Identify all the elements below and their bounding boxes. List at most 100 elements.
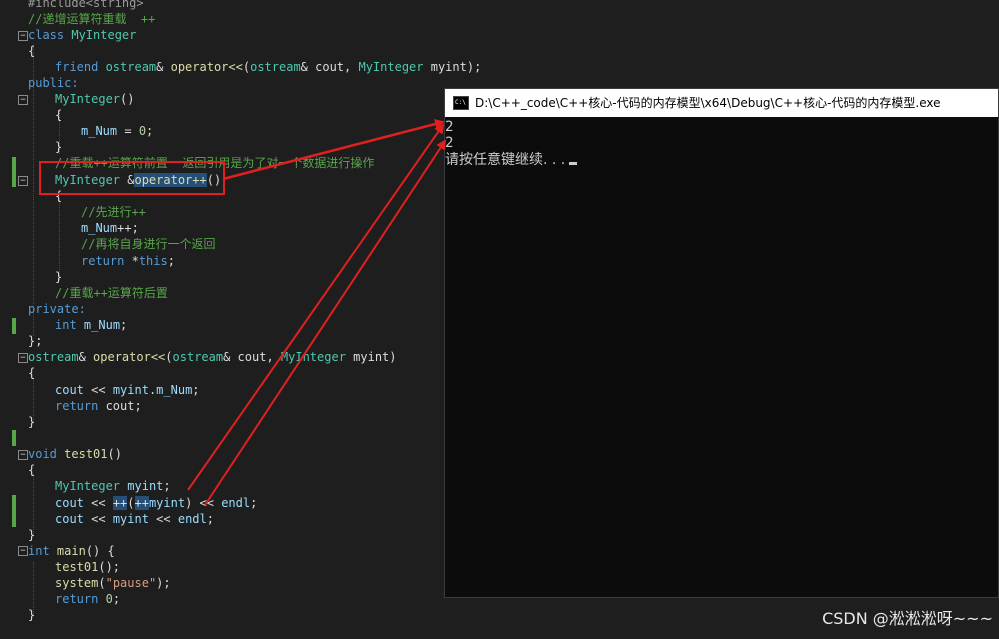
code-line: { xyxy=(28,43,35,59)
comment: //递增运算符重载 ++ xyxy=(28,12,156,26)
brace: } xyxy=(28,415,36,429)
number-literal: 0 xyxy=(105,592,113,606)
console-window[interactable]: D:\C++_code\C++核心-代码的内存模型\x64\Debug\C++核… xyxy=(444,88,999,598)
code-text: & xyxy=(156,60,171,74)
number-literal: 0 xyxy=(138,124,147,138)
access-specifier: public: xyxy=(28,76,79,90)
code-line: { xyxy=(55,107,62,123)
member-variable: m_Num xyxy=(81,124,118,138)
code-line: class MyInteger xyxy=(28,27,136,43)
code-text: myint) xyxy=(345,350,397,364)
operator-highlight: ++ xyxy=(112,496,128,510)
variable: myint xyxy=(148,496,186,510)
keyword: return xyxy=(55,592,99,606)
code-text: ) << xyxy=(185,496,222,510)
code-text: ++; xyxy=(117,221,139,235)
string-literal: "pause" xyxy=(105,576,157,590)
code-line: int main() { xyxy=(28,543,115,559)
type-name: MyInteger xyxy=(55,479,121,493)
code-text: ); xyxy=(156,576,171,590)
console-cursor xyxy=(569,162,578,165)
console-output-line: 2 xyxy=(445,119,454,135)
comment: //先进行++ xyxy=(81,205,146,219)
member-variable: m_Num xyxy=(83,318,121,332)
code-line: m_Num++; xyxy=(81,220,139,236)
keyword: int xyxy=(55,318,77,332)
code-line: } xyxy=(55,269,62,285)
function-name: test01 xyxy=(55,560,99,574)
console-output-line: 请按任意键继续. . . xyxy=(445,152,578,168)
keyword: class xyxy=(28,28,72,42)
code-line: //先进行++ xyxy=(81,204,146,220)
code-text: cout; xyxy=(98,399,142,413)
variable: cout xyxy=(55,383,84,397)
brace: { xyxy=(28,44,36,58)
code-text: ( xyxy=(127,496,135,510)
member-variable: m_Num xyxy=(156,383,193,397)
collapse-class-icon[interactable]: − xyxy=(18,31,28,41)
code-line: } xyxy=(28,527,35,543)
console-app-icon xyxy=(453,96,469,110)
console-output-line: 2 xyxy=(445,135,454,151)
code-text: (); xyxy=(98,560,121,574)
code-text: ; xyxy=(250,496,258,510)
change-marker xyxy=(12,495,16,527)
brace: }; xyxy=(28,334,43,348)
collapse-main-icon[interactable]: − xyxy=(18,546,28,556)
code-text: & cout, xyxy=(300,60,359,74)
code-line: //重载++运算符后置 xyxy=(55,285,168,301)
type-name: ostream xyxy=(28,350,79,364)
code-line: void test01() xyxy=(28,446,122,462)
code-text: () xyxy=(120,92,135,106)
code-line: #include<string> xyxy=(28,0,144,11)
variable: myint xyxy=(112,512,149,526)
code-text: = xyxy=(117,124,139,138)
code-line: MyInteger() xyxy=(55,91,134,107)
code-line: test01(); xyxy=(55,559,120,575)
collapse-constructor-icon[interactable]: − xyxy=(18,95,28,105)
brace: { xyxy=(28,366,36,380)
code-line: } xyxy=(28,414,35,430)
code-line: MyInteger myint; xyxy=(55,478,171,494)
annotation-box xyxy=(39,161,225,195)
code-line: public: xyxy=(28,75,79,91)
code-text: << xyxy=(83,383,113,397)
function-name: operator<< xyxy=(93,350,166,364)
function-name: main xyxy=(56,544,86,558)
keyword: return xyxy=(55,399,99,413)
variable: endl xyxy=(177,512,207,526)
comment: //再将自身进行一个返回 xyxy=(81,237,216,251)
code-text: ; xyxy=(206,512,214,526)
code-text: () xyxy=(107,447,122,461)
csdn-watermark: CSDN @淞淞淞呀~~~ xyxy=(822,609,993,628)
variable: endl xyxy=(221,496,251,510)
code-line: system("pause"); xyxy=(55,575,171,591)
code-line: return cout; xyxy=(55,398,142,414)
collapse-operator-icon[interactable]: − xyxy=(18,176,28,186)
collapse-test01-icon[interactable]: − xyxy=(18,450,28,460)
code-line: } xyxy=(28,607,35,623)
code-line: int m_Num; xyxy=(55,317,127,333)
console-pause-prompt: 请按任意键继续. . . xyxy=(445,152,566,168)
code-line: m_Num = 0; xyxy=(81,123,153,139)
class-name: MyInteger xyxy=(71,28,137,42)
code-line: { xyxy=(28,365,35,381)
code-line: private: xyxy=(28,301,86,317)
code-text: ( xyxy=(242,60,251,74)
console-titlebar[interactable]: D:\C++_code\C++核心-代码的内存模型\x64\Debug\C++核… xyxy=(445,89,998,117)
variable: myint xyxy=(127,479,164,493)
code-line: //再将自身进行一个返回 xyxy=(81,236,215,252)
code-line: ostream& operator<<(ostream& cout, MyInt… xyxy=(28,349,397,365)
code-text: ; xyxy=(120,318,128,332)
collapse-ostream-icon[interactable]: − xyxy=(18,353,28,363)
type-name: MyInteger xyxy=(280,350,346,364)
brace: } xyxy=(28,608,36,622)
code-text: & cout, xyxy=(223,350,281,364)
function-name: system xyxy=(55,576,99,590)
variable: cout xyxy=(55,512,84,526)
comment: //重载++运算符后置 xyxy=(55,286,168,300)
keyword: this xyxy=(138,254,168,268)
code-line: }; xyxy=(28,333,42,349)
